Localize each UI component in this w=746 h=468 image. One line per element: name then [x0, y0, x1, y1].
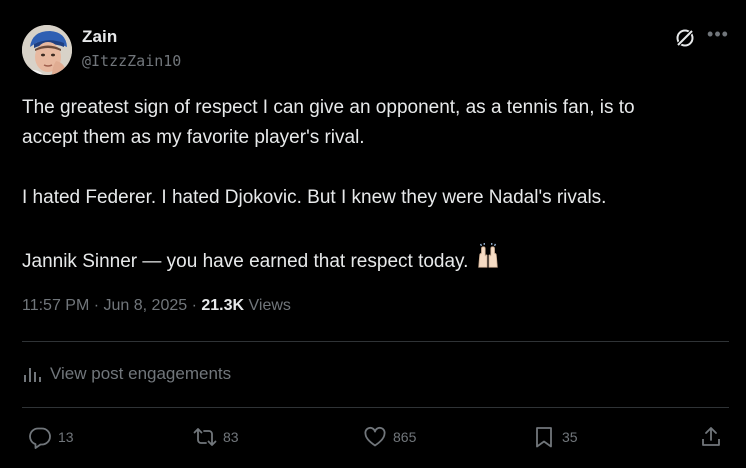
- bookmark-count: 35: [562, 429, 578, 445]
- post-meta: 11:57 PM · Jun 8, 2025 · 21.3K Views: [22, 297, 291, 315]
- like-count: 865: [393, 429, 417, 445]
- views-count: 21.3K: [201, 297, 245, 314]
- raising-hands-emoji: [474, 243, 502, 281]
- repost-icon: [193, 428, 217, 446]
- post-text-line: Jannik Sinner — you have earned that res…: [22, 243, 732, 281]
- post-text-line: accept them as my favorite player's riva…: [22, 127, 365, 148]
- reply-button[interactable]: 13: [28, 424, 74, 450]
- meta-separator: ·: [187, 297, 202, 314]
- like-button[interactable]: 865: [363, 424, 416, 450]
- post-text-line: The greatest sign of respect I can give …: [22, 97, 635, 118]
- bar-chart-icon: [24, 368, 41, 382]
- avatar-image: [22, 25, 72, 75]
- bookmark-icon: [536, 427, 552, 448]
- post-text-line: I hated Federer. I hated Djokovic. But I…: [22, 187, 607, 208]
- share-button[interactable]: [699, 424, 729, 450]
- share-icon: [702, 427, 720, 446]
- grok-icon[interactable]: [674, 27, 696, 49]
- post-time[interactable]: 11:57 PM: [22, 297, 89, 314]
- views-label: Views: [248, 297, 291, 314]
- post-date[interactable]: Jun 8, 2025: [104, 297, 188, 314]
- author-name[interactable]: Zain: [82, 27, 117, 47]
- repost-button[interactable]: 83: [193, 424, 239, 450]
- more-icon[interactable]: •••: [704, 24, 732, 48]
- post-card: Zain @ItzzZain10 ••• The greatest sign o…: [0, 0, 746, 468]
- bookmark-button[interactable]: 35: [532, 424, 578, 450]
- meta-separator: ·: [89, 297, 104, 314]
- divider: [22, 407, 729, 408]
- divider: [22, 341, 729, 342]
- repost-count: 83: [223, 429, 239, 445]
- view-engagements-link[interactable]: View post engagements: [22, 364, 231, 384]
- reply-count: 13: [58, 429, 74, 445]
- author-handle[interactable]: @ItzzZain10: [82, 52, 181, 70]
- avatar[interactable]: [22, 25, 72, 75]
- like-icon: [364, 426, 386, 447]
- view-engagements-label: View post engagements: [50, 364, 232, 383]
- post-text-line-4: Jannik Sinner — you have earned that res…: [22, 251, 469, 273]
- reply-icon: [29, 427, 51, 449]
